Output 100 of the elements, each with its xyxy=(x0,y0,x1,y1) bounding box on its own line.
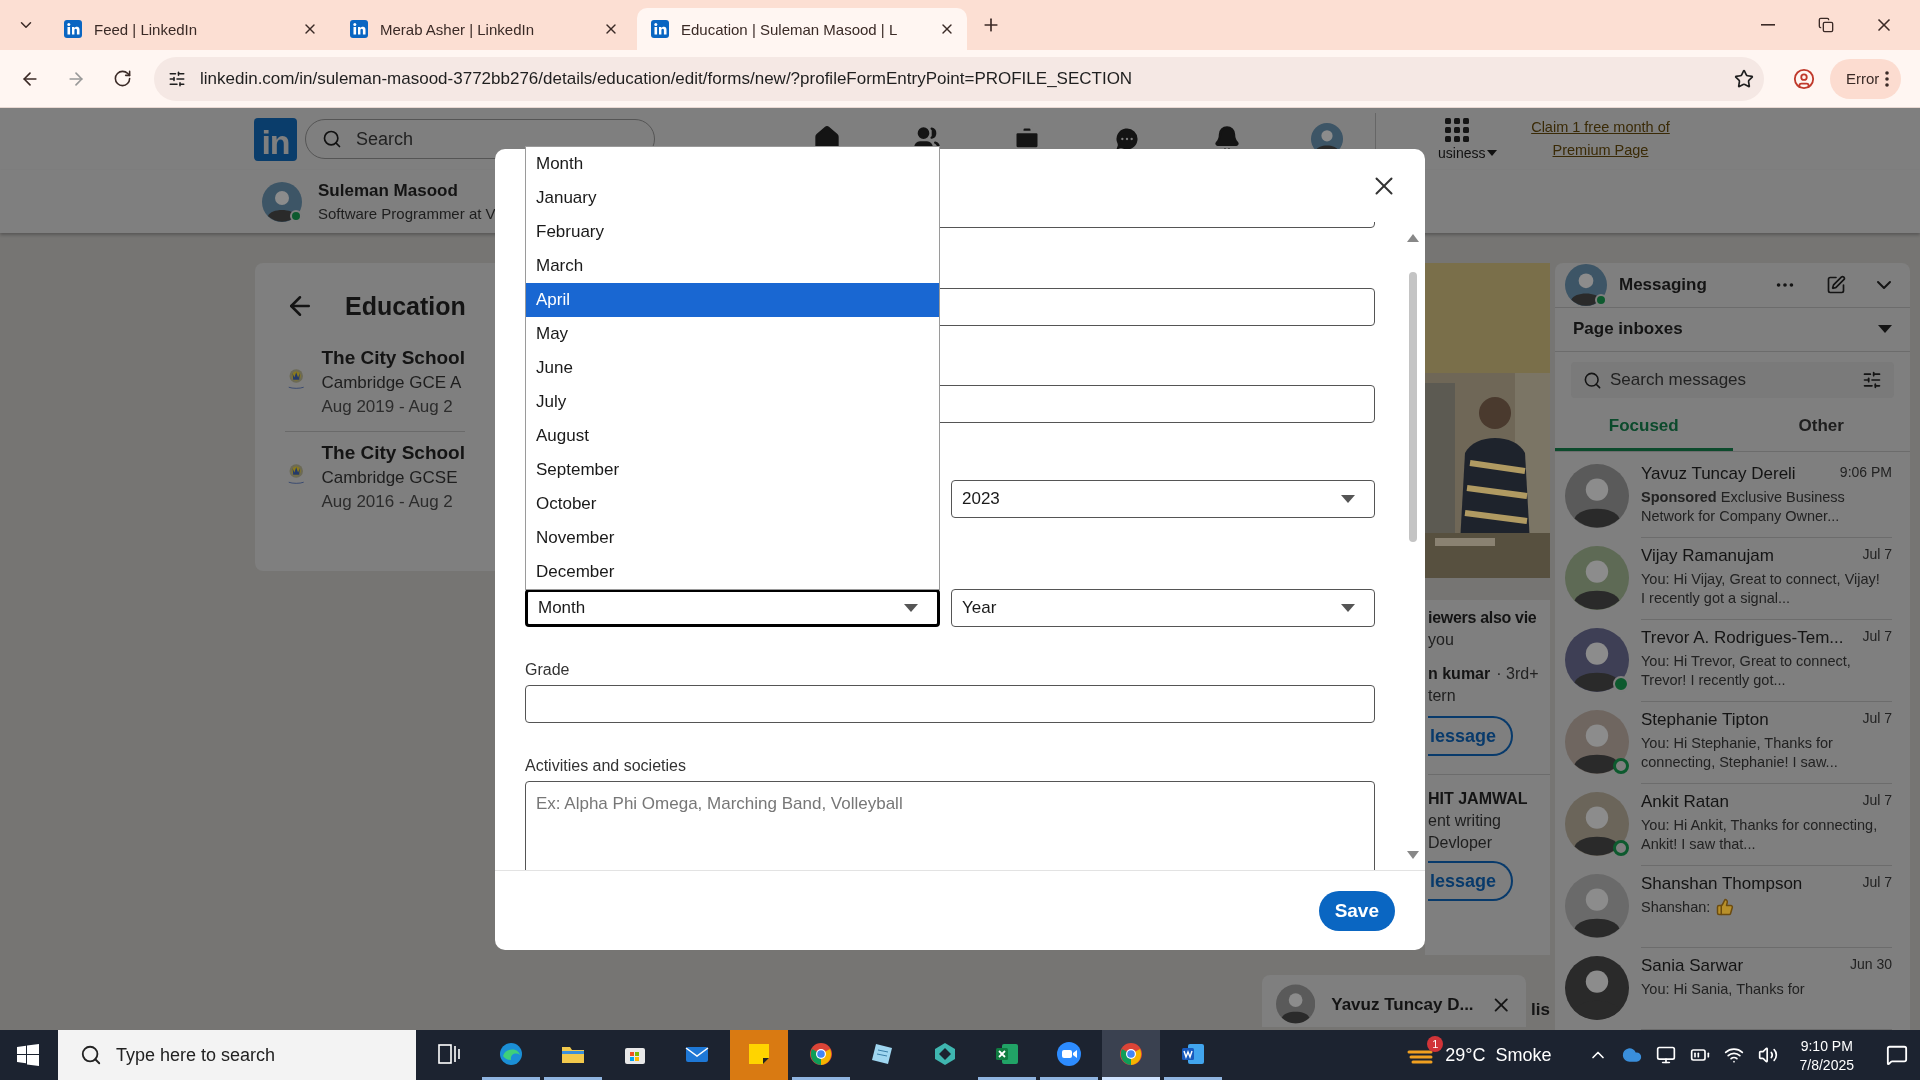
premium-link[interactable]: Claim 1 free month of Premium Page xyxy=(1525,116,1676,162)
chrome-icon[interactable] xyxy=(1118,1040,1144,1067)
field-label: Grade xyxy=(525,661,571,679)
profile-name: Suleman Masood xyxy=(318,181,459,201)
browser-tab[interactable]: Feed | LinkedIn xyxy=(50,8,330,50)
person-name: n kumar xyxy=(1428,664,1491,684)
site-info-icon[interactable] xyxy=(168,69,186,88)
site-icon xyxy=(651,20,669,38)
contact-avatar xyxy=(1565,546,1629,610)
panel-title: Messaging xyxy=(1619,274,1708,295)
partial-text: lis xyxy=(1531,998,1550,1020)
dropdown-arrow-icon xyxy=(1340,494,1356,504)
section-title: Education xyxy=(345,291,466,321)
caret-icon xyxy=(1487,150,1498,156)
bookmark-star-icon[interactable] xyxy=(1734,68,1754,89)
year-select[interactable]: 2023 xyxy=(951,480,1375,518)
degree-text: Cambridge GCSE xyxy=(321,468,459,488)
message-time: Jul 7 xyxy=(1862,874,1892,892)
year-select[interactable]: Year xyxy=(951,589,1375,627)
browser-tab[interactable]: Education | Suleman Masood | L xyxy=(637,8,967,50)
conversation-item[interactable]: Trevor A. Rodrigues-Tem... Jul 7 You: Hi Trevor, Great to connect, Trevor! I recently got... xyxy=(1555,620,1910,702)
profile-avatar xyxy=(1565,263,1607,306)
scroll-down-icon[interactable] xyxy=(1407,851,1419,859)
thumbs-up-icon xyxy=(1716,898,1735,917)
hexagon-icon[interactable] xyxy=(932,1040,958,1067)
video-call-icon[interactable] xyxy=(1056,1040,1082,1067)
contact-avatar xyxy=(1565,792,1629,856)
contact-name: Yavuz Tuncay D... xyxy=(1331,995,1474,1015)
search-field[interactable]: Search messages xyxy=(1571,362,1894,398)
message-preview: Sponsored Exclusive Business Network for Company Owner... xyxy=(1641,488,1846,526)
message-time: Jul 7 xyxy=(1862,546,1892,564)
contact-avatar xyxy=(1565,710,1629,774)
conversation-item[interactable]: Shanshan Thompson Jul 7 Shanshan: xyxy=(1555,866,1910,948)
contact-avatar xyxy=(1565,874,1629,938)
restore-icon xyxy=(1818,17,1834,33)
dropdown-arrow-icon xyxy=(1340,603,1356,613)
filter-icon[interactable] xyxy=(1862,370,1882,391)
month-dropdown-list[interactable]: Month January February March April May June July August September October November December xyxy=(525,146,940,590)
conversation-item[interactable]: Vijay Ramanujam Jul 7 You: Hi Vijay, Great to connect, Vijay! I recently got a signal... xyxy=(1555,538,1910,620)
address-bar[interactable]: linkedin.com/in/suleman-masood-3772bb276/details/education/edit/forms/new/?profileFormEntryPoint=PROFILE_SECTION xyxy=(154,56,1764,101)
browser-tab[interactable]: Merab Asher | LinkedIn xyxy=(336,8,631,50)
grid-icon[interactable] xyxy=(1443,117,1470,143)
field-label: Activities and societies xyxy=(525,757,687,775)
notification-badge: 1 xyxy=(1427,1036,1444,1052)
business-menu[interactable]: usiness xyxy=(1438,145,1486,161)
error-button[interactable]: Error xyxy=(1830,58,1902,99)
scrollbar-thumb[interactable] xyxy=(1409,271,1417,542)
browser-icon[interactable] xyxy=(498,1040,524,1067)
weather-text: 29°C Smoke xyxy=(1445,1044,1552,1066)
message-time: Jun 30 xyxy=(1849,956,1892,974)
contact-name: Vijay Ramanujam xyxy=(1641,546,1774,566)
message-preview: You: Hi Vijay, Great to connect, Vijay! I recently got a signal... xyxy=(1641,570,1881,608)
conversation-item[interactable]: Ankit Ratan Jul 7 You: Hi Ankit, Thanks for connecting, Ankit! I saw that... xyxy=(1555,784,1910,866)
person-headline: ent writing xyxy=(1428,811,1501,831)
grade-field[interactable] xyxy=(525,685,1375,723)
caret-icon xyxy=(1878,324,1892,334)
notifications-icon[interactable] xyxy=(1886,1044,1908,1066)
person-headline: tern xyxy=(1428,686,1456,706)
profile-avatar xyxy=(262,181,302,222)
message-preview: You: Hi Stephanie, Thanks for connecting, Stephanie! I saw... xyxy=(1641,734,1839,772)
conversation-item[interactable]: Sania Sarwar Jun 30 You: Hi Sania, Thanks for xyxy=(1555,948,1910,1030)
conversation-item[interactable]: Stephanie Tipton Jul 7 You: Hi Stephanie, Thanks for connecting, Stephanie! I saw... xyxy=(1555,702,1910,784)
contact-name: Yavuz Tuncay Dereli xyxy=(1641,464,1796,484)
connection-degree: · 3rd+ xyxy=(1496,664,1539,684)
message-time: Jul 7 xyxy=(1862,792,1892,810)
profile-headline: Software Programmer at V xyxy=(318,205,496,222)
site-icon xyxy=(350,20,368,38)
save-button[interactable]: Save xyxy=(1318,890,1395,931)
volume-icon[interactable] xyxy=(1757,1045,1778,1065)
profile-icon xyxy=(1793,67,1815,90)
clock[interactable]: 9:10 PM 7/8/2025 xyxy=(1799,1037,1854,1073)
chrome-icon[interactable] xyxy=(808,1040,834,1067)
activities-field[interactable]: Ex: Alpha Phi Omega, Marching Band, Volleyball xyxy=(525,781,1375,870)
taskbar-search-field[interactable]: Type here to search xyxy=(58,1030,416,1080)
wifi-icon[interactable] xyxy=(1723,1045,1744,1065)
message-time: 9:06 PM xyxy=(1839,464,1892,482)
compose-icon[interactable] xyxy=(1826,274,1846,295)
monitor-icon[interactable] xyxy=(1655,1045,1676,1065)
month-option[interactable]: April xyxy=(526,283,939,317)
contact-name: Ankit Ratan xyxy=(1641,792,1729,812)
contact-name: Trevor A. Rodrigues-Tem... xyxy=(1641,628,1844,648)
contact-name: Stephanie Tipton xyxy=(1641,710,1769,730)
conversation-item[interactable]: Yavuz Tuncay Dereli 9:06 PM Sponsored Exclusive Business Network for Company Owner... xyxy=(1555,456,1910,538)
contact-avatar xyxy=(1565,464,1629,528)
chat-window-tab[interactable]: Yavuz Tuncay D... xyxy=(1262,975,1526,1027)
contact-avatar xyxy=(1565,956,1629,1020)
section-subheading: you xyxy=(1428,630,1454,650)
person-name: HIT JAMWAL xyxy=(1428,789,1528,809)
cloud-icon[interactable] xyxy=(1621,1045,1642,1065)
search-icon xyxy=(80,1044,102,1066)
search-icon xyxy=(1583,370,1602,390)
message-time: Jul 7 xyxy=(1862,710,1892,728)
kebab-menu-icon xyxy=(1885,70,1890,87)
inbox-selector[interactable]: Page inboxes xyxy=(1555,307,1910,353)
message-time: Jul 7 xyxy=(1862,628,1892,646)
contact-avatar xyxy=(1565,628,1629,692)
message-preview: Shanshan: xyxy=(1641,898,1711,917)
search-icon xyxy=(322,129,342,149)
person-headline: Devloper xyxy=(1428,833,1493,853)
inbox-tab[interactable]: Other xyxy=(1732,404,1910,451)
